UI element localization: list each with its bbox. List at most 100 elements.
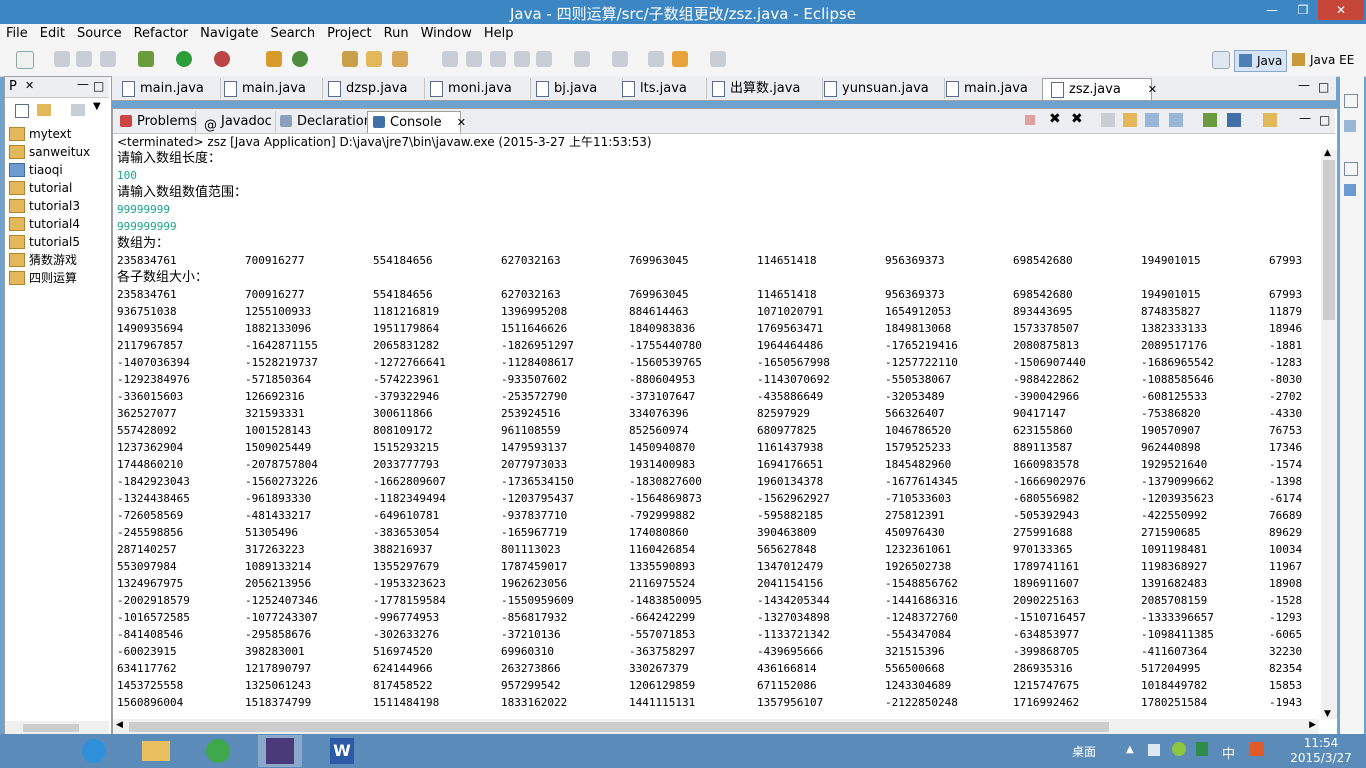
tab-dzsp-java[interactable]: dzsp.java	[320, 78, 425, 99]
tab-suanshu-java[interactable]: 出算数.java	[704, 78, 823, 99]
open-folder-icon[interactable]	[366, 51, 382, 67]
print-icon[interactable]	[100, 51, 116, 67]
remove-launch-icon[interactable]: ✖	[1049, 111, 1061, 127]
prev-edit-icon[interactable]	[612, 51, 628, 67]
project-item[interactable]: tutorial3	[9, 197, 80, 215]
scroll-thumb[interactable]	[129, 722, 1109, 732]
back-arrow-icon[interactable]	[672, 51, 688, 67]
new-class-icon[interactable]	[292, 51, 308, 67]
vertical-scrollbar[interactable]: ▲ ▼	[1321, 148, 1337, 719]
close-button[interactable]: ✕	[1318, 0, 1364, 20]
chrome-icon[interactable]	[196, 735, 240, 767]
menu-run[interactable]: Run	[378, 24, 415, 43]
tab-zsz-java[interactable]: zsz.java ✕	[1042, 78, 1157, 100]
outline-icon[interactable]	[1344, 120, 1356, 132]
maximize-view-icon[interactable]: □	[1319, 113, 1330, 127]
tab-yunsuan-java[interactable]: yunsuan.java	[816, 78, 945, 99]
horizontal-scrollbar[interactable]: ◀ ▶	[113, 719, 1319, 735]
chevron-down-icon[interactable]: ▼	[93, 101, 101, 112]
menu-edit[interactable]: Edit	[34, 24, 71, 43]
debug-icon[interactable]	[138, 51, 154, 67]
view-menu-icon[interactable]	[71, 104, 85, 116]
tab-problems[interactable]: Problems	[115, 111, 197, 132]
ime-indicator[interactable]: 中	[1222, 743, 1235, 762]
maximize-view-icon[interactable]: □	[93, 79, 104, 93]
terminate-icon[interactable]	[1025, 115, 1035, 125]
next-annotation-icon[interactable]	[490, 51, 506, 67]
new-icon[interactable]	[16, 51, 34, 69]
pin-console-icon[interactable]	[1169, 113, 1183, 127]
sogou-icon[interactable]	[1250, 742, 1264, 756]
tab-main-java[interactable]: main.java	[114, 78, 221, 99]
project-item[interactable]: tiaoqi	[9, 161, 63, 179]
tab-javadoc[interactable]: @ Javadoc	[199, 111, 276, 133]
tab-main-java[interactable]: main.java	[216, 78, 323, 99]
menu-navigate[interactable]: Navigate	[194, 24, 264, 43]
tab-console[interactable]: Console ✕	[367, 111, 466, 133]
restore-button[interactable]: ❐	[1288, 0, 1318, 20]
pen-icon[interactable]	[466, 51, 482, 67]
project-item[interactable]: 猜数游戏	[9, 251, 77, 269]
restore-view-icon[interactable]	[1344, 162, 1358, 176]
tab-moni-java[interactable]: moni.java	[422, 78, 531, 99]
menu-source[interactable]: Source	[71, 24, 128, 43]
minimize-button[interactable]: —	[1258, 0, 1286, 20]
tab-declaration[interactable]: Declaration	[275, 111, 372, 132]
run-icon[interactable]	[176, 51, 192, 67]
link-editor-icon[interactable]	[37, 104, 51, 116]
save-icon[interactable]	[54, 51, 70, 67]
show-whitespace-icon[interactable]	[514, 51, 530, 67]
perspective-java[interactable]: Java	[1234, 50, 1288, 72]
scroll-thumb[interactable]	[23, 724, 79, 732]
perspective-javaee[interactable]: Java EE	[1288, 50, 1358, 70]
word-icon[interactable]: W	[320, 735, 364, 767]
chevron-up-icon[interactable]: ▲	[1126, 744, 1134, 755]
minimize-view-icon[interactable]: —	[1298, 78, 1310, 92]
project-item[interactable]: tutorial5	[9, 233, 80, 251]
ie-icon[interactable]	[72, 735, 116, 767]
security-icon[interactable]	[1172, 742, 1186, 756]
save-all-icon[interactable]	[76, 51, 92, 67]
project-item[interactable]: mytext	[9, 125, 71, 143]
tab-lts-java[interactable]: lts.java	[614, 78, 707, 99]
search-icon[interactable]	[392, 51, 408, 67]
scroll-left-icon[interactable]: ◀	[116, 720, 123, 730]
project-item[interactable]: sanweitux	[9, 143, 90, 161]
eclipse-icon[interactable]	[258, 735, 302, 767]
tab-bj-java[interactable]: bj.java	[528, 78, 623, 99]
task-list-icon[interactable]	[1344, 184, 1356, 196]
external-tools-icon[interactable]	[214, 51, 230, 67]
close-icon[interactable]: ✕	[25, 79, 34, 92]
package-explorer-tab[interactable]: P ✕ — □	[5, 77, 109, 98]
shield-icon[interactable]	[1196, 742, 1208, 756]
scroll-up-icon[interactable]: ▲	[1324, 148, 1331, 158]
system-clock[interactable]: 11:54 2015/3/27	[1284, 736, 1358, 766]
project-item[interactable]: tutorial	[9, 179, 72, 197]
word-wrap-icon[interactable]	[1145, 113, 1159, 127]
minimize-view-icon[interactable]: —	[77, 77, 89, 91]
project-item[interactable]: 四则运算	[9, 269, 77, 287]
next-edit-icon[interactable]	[574, 51, 590, 67]
close-icon[interactable]: ✕	[457, 112, 466, 133]
tab-main-java[interactable]: main.java	[938, 78, 1045, 99]
minimize-view-icon[interactable]: —	[1299, 111, 1311, 125]
menu-file[interactable]: File	[0, 24, 34, 43]
console-output[interactable]: 请输入数组长度： 100 请输入数组数值范围： 99999999 9999999…	[117, 150, 1317, 718]
scroll-lock-icon[interactable]	[1123, 113, 1137, 127]
new-console-icon[interactable]	[1263, 113, 1277, 127]
maximize-view-icon[interactable]: □	[1318, 80, 1329, 94]
close-icon[interactable]: ✕	[1148, 79, 1157, 100]
desktop-label[interactable]: 桌面	[1072, 743, 1096, 760]
clear-console-icon[interactable]	[1101, 113, 1115, 127]
horizontal-scrollbar[interactable]	[5, 721, 109, 735]
menu-help[interactable]: Help	[478, 24, 520, 43]
menu-project[interactable]: Project	[321, 24, 377, 43]
scroll-thumb[interactable]	[1323, 160, 1335, 320]
open-console-icon[interactable]	[1227, 113, 1241, 127]
open-type-icon[interactable]	[342, 51, 358, 67]
display-console-icon[interactable]	[1203, 113, 1217, 127]
menu-window[interactable]: Window	[415, 24, 478, 43]
scroll-down-icon[interactable]: ▼	[1324, 709, 1331, 719]
menu-refactor[interactable]: Refactor	[128, 24, 195, 43]
scroll-right-icon[interactable]: ▶	[1309, 720, 1316, 730]
